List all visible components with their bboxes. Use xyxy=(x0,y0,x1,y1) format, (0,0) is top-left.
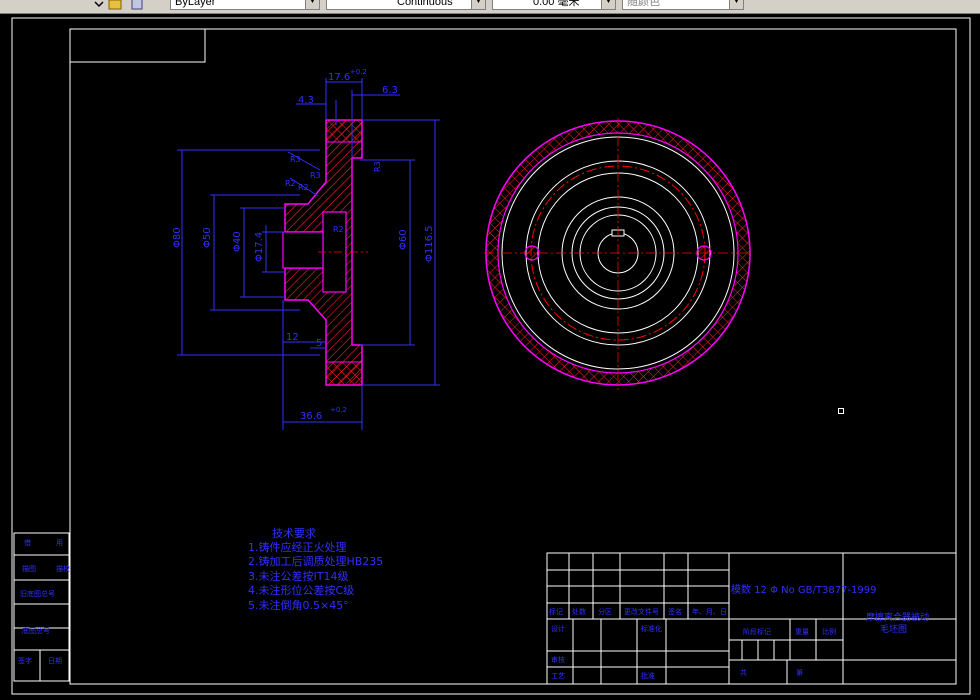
dim-5: 5 xyxy=(316,338,322,349)
scale-label: 比例 xyxy=(822,627,836,636)
dropdown-arrow-icon[interactable] xyxy=(92,0,106,10)
notes-line: 3.未注公差按IT14级 xyxy=(248,569,348,583)
chevron-down-icon: ▼ xyxy=(601,0,615,9)
lineweight-dropdown-value: 0.00 毫米 xyxy=(533,0,580,8)
notes-line: 5.未注倒角0.5×45° xyxy=(248,598,349,612)
dim-12: 12 xyxy=(286,332,299,343)
side-table-label: 描校 xyxy=(56,564,70,573)
layer-dropdown[interactable]: ByLayer ▼ xyxy=(170,0,320,10)
sheet-num-label: 第 xyxy=(796,668,803,677)
side-table-label: 日期 xyxy=(48,657,62,665)
side-table-label: 底图总号 xyxy=(22,626,50,635)
hdr-cell: 更改文件号 xyxy=(624,607,659,616)
dim-phi116-5: Φ116.5 xyxy=(424,226,435,263)
side-table-label: 用 xyxy=(56,539,63,547)
technical-notes: 技术要求 1.铸件应经正火处理 2.铸加工后调质处理HB235 3.未注公差按I… xyxy=(248,527,383,612)
row-label: 设计 xyxy=(551,624,565,633)
stage-label: 阶段标记 xyxy=(743,627,771,636)
circular-view xyxy=(484,118,752,390)
dim-tol-bottom: +0.2 xyxy=(330,406,347,414)
dim-phi40: Φ40 xyxy=(232,231,243,252)
side-table-label: 描图 xyxy=(22,564,36,573)
part-name-line: 摩擦离合器被动 xyxy=(866,611,929,623)
row-label: 工艺 xyxy=(551,672,565,680)
row-label: 标准化 xyxy=(641,624,662,633)
linetype-dropdown-value: Continuous xyxy=(397,0,453,8)
dim-17-6: 17.6 xyxy=(328,72,350,83)
notes-line: 1.铸件应经正火处理 xyxy=(248,540,347,554)
side-table-labels: 借 用 描图 描校 旧底图总号 底图总号 签字 日期 xyxy=(18,538,70,665)
hdr-cell: 年、月、日 xyxy=(692,607,727,616)
notes-title: 技术要求 xyxy=(272,527,316,540)
layer-previous-icon[interactable] xyxy=(130,0,144,10)
standard-text: 模数 12 Φ No GB/T3877-1999 xyxy=(731,583,877,596)
dim-phi80: Φ80 xyxy=(172,227,183,248)
hdr-cell: 签名 xyxy=(668,607,682,616)
layer-states-icon[interactable] xyxy=(108,0,122,10)
part-name-line: 毛坯图 xyxy=(880,623,907,635)
row-label: 审核 xyxy=(551,655,565,664)
sheet-total-label: 共 xyxy=(740,668,747,677)
notes-line: 2.铸加工后调质处理HB235 xyxy=(248,554,383,568)
dim-phi50: Φ50 xyxy=(202,227,213,248)
dim-r2: R2 xyxy=(298,183,309,192)
chevron-down-icon: ▼ xyxy=(305,0,319,9)
chevron-down-icon: ▼ xyxy=(729,0,743,9)
side-table-label: 借 xyxy=(24,538,31,547)
dim-phi17-4: Φ17.4 xyxy=(254,232,265,262)
pick-box-cursor xyxy=(838,408,844,414)
hdr-cell: 标记 xyxy=(549,607,563,616)
linetype-dropdown[interactable]: Continuous ▼ xyxy=(326,0,486,10)
plotstyle-dropdown-value: 随颜色 xyxy=(627,0,660,8)
dim-6-3: 6.3 xyxy=(382,85,398,96)
notes-line: 4.未注形位公差按C级 xyxy=(248,583,354,597)
hdr-cell: 处数 xyxy=(572,607,586,616)
side-table-label: 签字 xyxy=(18,656,32,665)
plotstyle-dropdown[interactable]: 随颜色 ▼ xyxy=(622,0,744,10)
dim-r3: R3 xyxy=(310,171,321,180)
dim-36-6: 36.6 xyxy=(300,411,322,422)
dim-r3: R3 xyxy=(290,155,301,164)
layer-dropdown-value: ByLayer xyxy=(175,0,216,8)
dim-r2: R2 xyxy=(285,179,296,188)
dim-r3: R3 xyxy=(373,161,382,172)
dim-tol-top: +0.2 xyxy=(350,68,367,76)
hdr-cell: 分区 xyxy=(598,607,612,616)
chevron-down-icon: ▼ xyxy=(471,0,485,9)
dim-4-3: 4.3 xyxy=(298,95,314,106)
lineweight-dropdown[interactable]: 0.00 毫米 ▼ xyxy=(492,0,616,10)
side-table-label: 旧底图总号 xyxy=(20,589,55,598)
dim-r2: R2 xyxy=(333,225,344,234)
drawing-canvas[interactable]: 借 用 描图 描校 旧底图总号 底图总号 签字 日期 17.6 +0.2 6.3… xyxy=(0,14,980,700)
dim-phi60: Φ60 xyxy=(398,229,409,250)
row-label: 批准 xyxy=(641,671,655,680)
properties-toolbar: ByLayer ▼ Continuous ▼ 0.00 毫米 ▼ 随颜色 ▼ xyxy=(0,0,980,14)
weight-label: 重量 xyxy=(795,628,809,636)
title-block-text: 标记 处数 分区 更改文件号 签名 年、月、日 设计 标准化 审核 工艺 批准 … xyxy=(549,583,929,680)
